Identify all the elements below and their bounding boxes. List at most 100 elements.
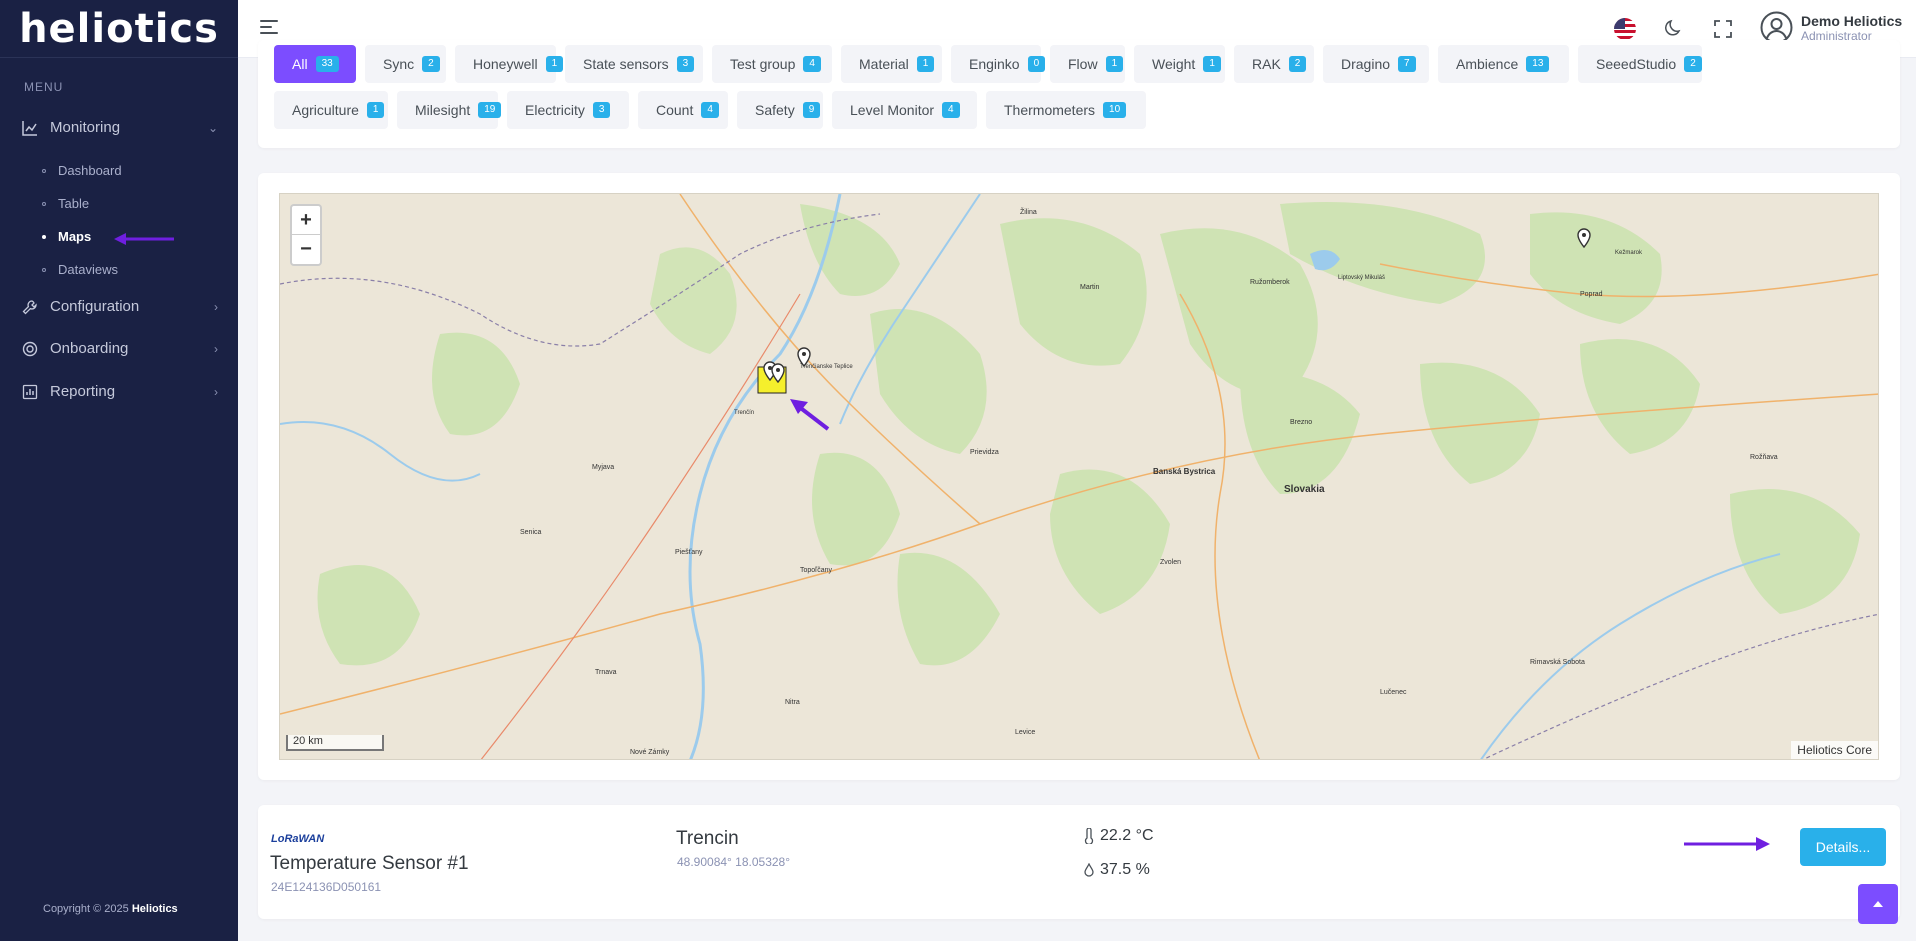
- map-attribution[interactable]: Heliotics Core: [1791, 741, 1878, 759]
- filter-chip-seeedstudio[interactable]: SeeedStudio 2: [1578, 45, 1702, 83]
- map-label-nove-zamky: Nové Zámky: [630, 749, 670, 756]
- sidebar: heliotics MENU Monitoring ⌄ Dashboard Ta…: [0, 0, 238, 941]
- sidebar-sub-maps[interactable]: Maps: [42, 229, 91, 244]
- annotation-arrow-left-icon: [114, 233, 174, 245]
- droplet-icon: [1084, 863, 1094, 877]
- map-label-lucenec: Lučenec: [1380, 689, 1407, 696]
- us-flag-icon[interactable]: [1614, 18, 1636, 40]
- report-chart-icon: [22, 384, 38, 399]
- sidebar-sub-label: Maps: [58, 229, 92, 244]
- map-label-liptovsky-mikulas: Liptovský Mikuláš: [1338, 275, 1385, 281]
- map-label-topolcany: Topoľčany: [800, 567, 833, 574]
- fullscreen-icon[interactable]: [1714, 20, 1732, 38]
- sidebar-sub-table[interactable]: Table: [42, 196, 89, 211]
- filter-chip-ambience[interactable]: Ambience 13: [1438, 45, 1569, 83]
- filter-chip-count: 0: [1027, 56, 1046, 72]
- filter-chip-count[interactable]: Count 4: [638, 91, 728, 129]
- device-id: 24E124136D050161: [271, 880, 382, 894]
- filter-chip-safety[interactable]: Safety 9: [737, 91, 823, 129]
- filter-chip-label: Thermometers: [1004, 102, 1096, 118]
- sidebar-item-monitoring[interactable]: Monitoring ⌄: [22, 119, 218, 136]
- filter-chip-weight[interactable]: Weight 1: [1134, 45, 1225, 83]
- logo[interactable]: heliotics: [0, 0, 238, 58]
- humidity-reading: 37.5 %: [1084, 861, 1150, 879]
- sidebar-item-configuration[interactable]: Configuration ›: [22, 298, 218, 315]
- filter-chip-dragino[interactable]: Dragino 7: [1323, 45, 1429, 83]
- map-label-prievidza: Prievidza: [970, 449, 999, 456]
- hamburger-menu-icon[interactable]: [260, 20, 278, 34]
- map-label-brezno: Brezno: [1290, 419, 1312, 426]
- zoom-in-button[interactable]: +: [292, 206, 320, 235]
- filter-chip-flow[interactable]: Flow 1: [1050, 45, 1125, 83]
- sidebar-item-onboarding[interactable]: Onboarding ›: [22, 340, 218, 357]
- chart-line-icon: [22, 120, 37, 136]
- filter-chip-label: Weight: [1152, 56, 1196, 72]
- filter-chip-label: Flow: [1068, 56, 1098, 72]
- filter-chip-test-group[interactable]: Test group 4: [712, 45, 832, 83]
- filter-chip-label: Count: [656, 102, 694, 118]
- device-location: Trencin: [676, 828, 739, 849]
- filter-chip-all[interactable]: All 33: [274, 45, 356, 83]
- filter-chip-count: 19: [478, 102, 502, 118]
- caret-up-icon: [1873, 901, 1883, 907]
- filter-chip-electricity[interactable]: Electricity 3: [507, 91, 629, 129]
- map[interactable]: Banská Bystrica Slovakia Trenčianske Tep…: [279, 193, 1879, 760]
- menu-label: MENU: [24, 80, 64, 94]
- filter-chip-enginko[interactable]: Enginko 0: [951, 45, 1046, 83]
- filter-chip-thermometers[interactable]: Thermometers 10: [986, 91, 1146, 129]
- bullet-icon: [42, 234, 46, 239]
- sidebar-sub-label: Dashboard: [58, 163, 122, 178]
- filter-chip-sync[interactable]: Sync 2: [365, 45, 446, 83]
- sidebar-sub-dataviews[interactable]: Dataviews: [42, 262, 118, 277]
- filter-chip-count: 1: [366, 102, 385, 118]
- map-label-banska-bystrica: Banská Bystrica: [1153, 467, 1216, 476]
- filter-chip-label: Milesight: [415, 102, 471, 118]
- filter-chip-state-sensors[interactable]: State sensors 3: [565, 45, 703, 83]
- user-name[interactable]: Demo Heliotics: [1801, 13, 1902, 29]
- device-info-card: [258, 805, 1900, 919]
- sidebar-item-reporting[interactable]: Reporting ›: [22, 383, 218, 400]
- filter-chip-label: Honeywell: [473, 56, 538, 72]
- logo-text: heliotics: [19, 5, 219, 52]
- filter-chip-milesight[interactable]: Milesight 19: [397, 91, 502, 129]
- device-coordinates: 48.90084° 18.05328°: [677, 855, 791, 869]
- filter-chip-label: Enginko: [969, 56, 1020, 72]
- filter-chip-label: Safety: [755, 102, 795, 118]
- filter-chip-label: Sync: [383, 56, 415, 72]
- filter-chip-count: 33: [315, 56, 339, 72]
- filter-chip-count: 2: [422, 56, 440, 72]
- map-label-trencianske-teplice: Trenčianske Teplice: [800, 364, 853, 370]
- zoom-out-button[interactable]: −: [292, 235, 320, 264]
- details-button[interactable]: Details...: [1800, 828, 1886, 866]
- chevron-down-icon: ⌄: [207, 120, 218, 135]
- thermometer-icon: [1084, 828, 1094, 844]
- sidebar-sub-dashboard[interactable]: Dashboard: [42, 163, 122, 178]
- filter-chip-honeywell[interactable]: Honeywell 1: [455, 45, 564, 83]
- moon-icon[interactable]: [1664, 18, 1684, 38]
- filter-chip-label: Test group: [730, 56, 796, 72]
- filter-chip-count: 13: [1526, 56, 1550, 72]
- chevron-right-icon: ›: [214, 384, 218, 399]
- filter-chip-rak[interactable]: RAK 2: [1234, 45, 1314, 83]
- bullet-icon: [42, 267, 46, 272]
- map-label-rimavska-sobota: Rimavská Sobota: [1530, 659, 1585, 666]
- annotation-arrow-right-icon: [1684, 837, 1770, 851]
- filter-chip-label: Ambience: [1456, 56, 1519, 72]
- filter-chip-count: 4: [942, 102, 960, 118]
- map-label-senica: Senica: [520, 529, 542, 536]
- sidebar-item-label: Configuration: [50, 298, 140, 315]
- filter-chip-level-monitor[interactable]: Level Monitor 4: [832, 91, 977, 129]
- filter-chip-count: 4: [701, 102, 719, 118]
- filter-chip-material[interactable]: Material 1: [841, 45, 942, 83]
- sidebar-item-label: Reporting: [50, 383, 116, 400]
- bullet-icon: [42, 201, 46, 206]
- filter-chip-label: Level Monitor: [850, 102, 935, 118]
- filter-chip-count: 1: [916, 56, 935, 72]
- filter-chip-count: 2: [1684, 56, 1702, 72]
- chevron-right-icon: ›: [214, 341, 218, 356]
- filter-chip-agriculture[interactable]: Agriculture 1: [274, 91, 388, 129]
- map-label-levice: Levice: [1015, 729, 1035, 736]
- scroll-to-top-button[interactable]: [1858, 884, 1898, 924]
- filter-chip-label: All: [292, 56, 308, 72]
- map-label-martin: Martin: [1080, 284, 1100, 291]
